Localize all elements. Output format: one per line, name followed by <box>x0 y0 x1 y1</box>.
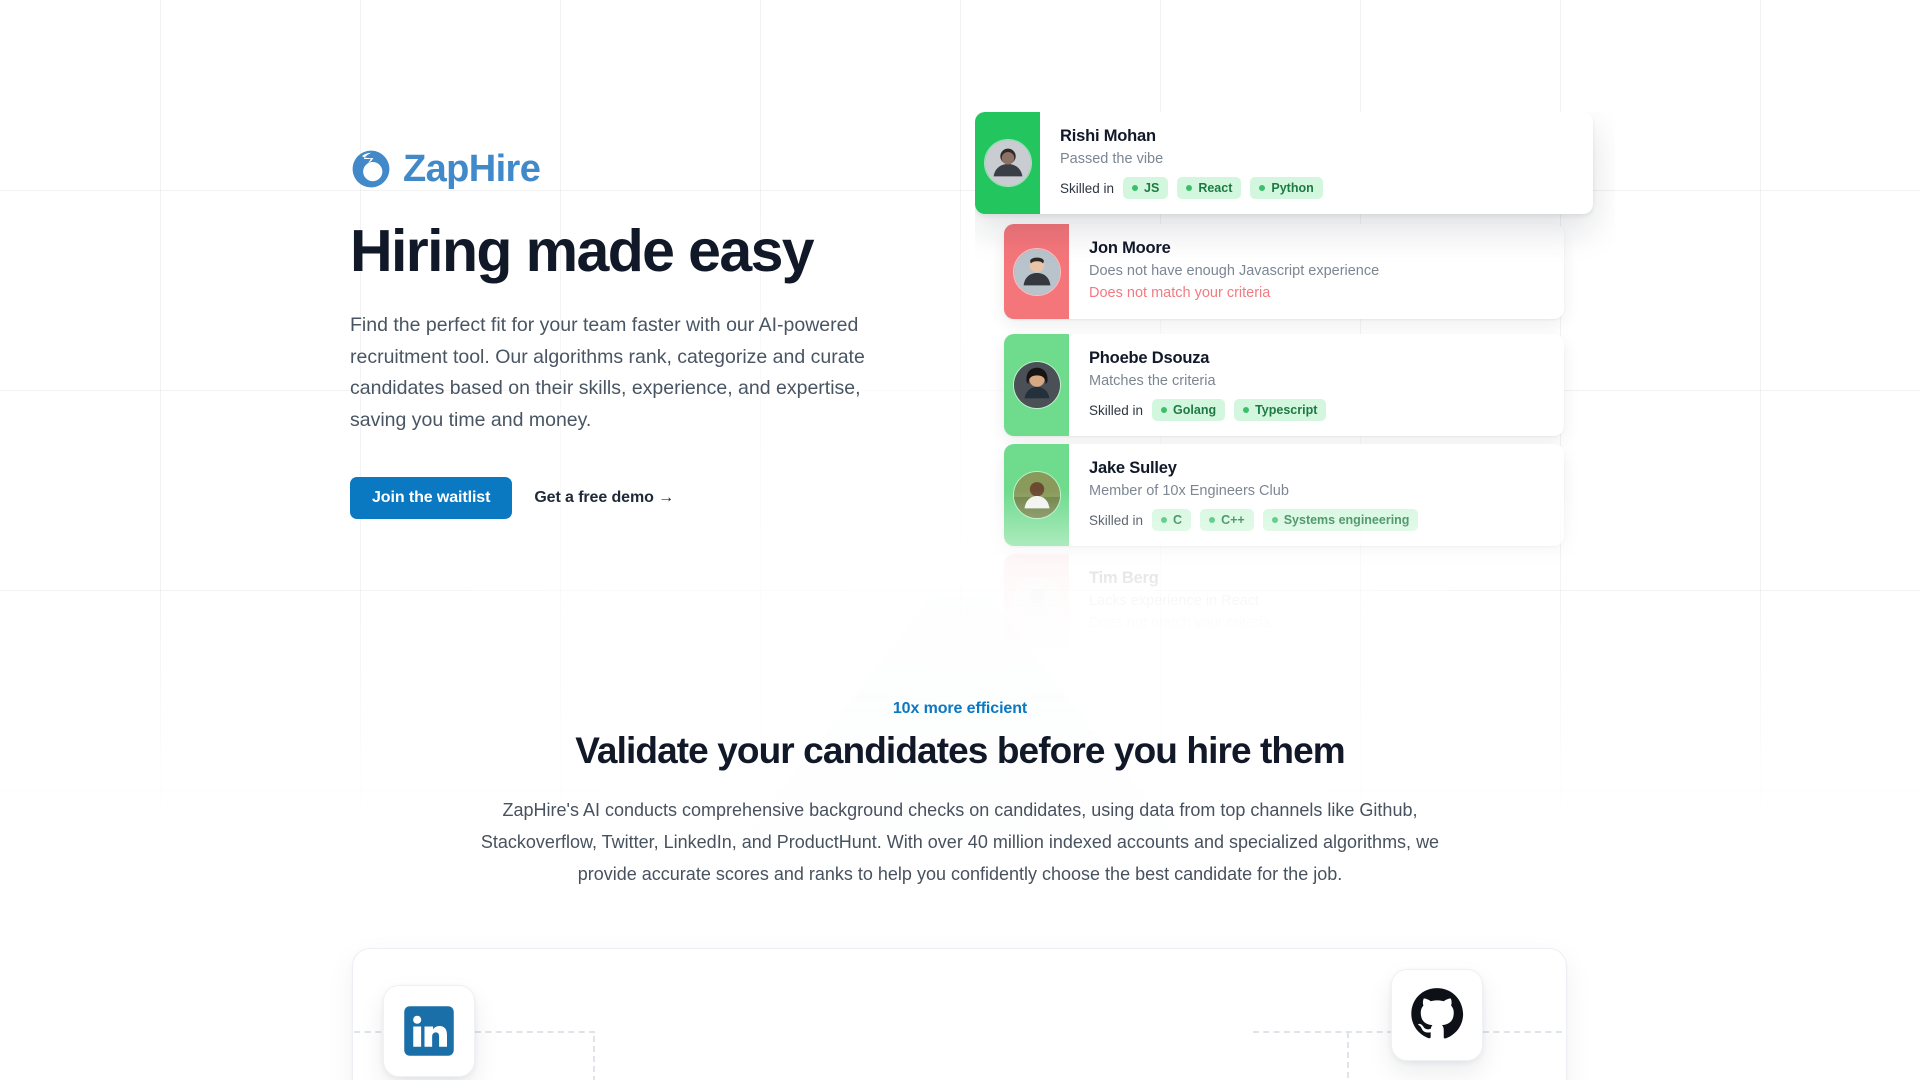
section-description: ZapHire's AI conducts comprehensive back… <box>480 800 1440 885</box>
skill-pill: Golang <box>1152 399 1226 422</box>
candidate-card[interactable]: Tim Berg Lacks experience in React Does … <box>1004 554 1564 650</box>
candidate-card[interactable]: Jon Moore Does not have enough Javascrip… <box>1004 224 1564 320</box>
candidate-info: Rishi Mohan Passed the vibe Skilled in J… <box>1040 112 1593 214</box>
hero-cta-row: Join the waitlist Get a free demo → <box>350 476 910 519</box>
skill-dot-icon <box>1186 185 1193 192</box>
features-section: 10x more efficient Validate your candida… <box>0 700 1920 890</box>
candidate-card[interactable]: Phoebe Dsouza Matches the criteria Skill… <box>1004 334 1564 437</box>
skill-dot-icon <box>1243 407 1250 414</box>
skill-pill: Python <box>1250 177 1323 200</box>
candidate-info: Jake Sulley Member of 10x Engineers Club… <box>1069 444 1564 546</box>
candidate-accent-bar <box>975 112 1040 215</box>
brand-name: ZapHire <box>403 148 541 190</box>
candidate-note: Member of 10x Engineers Club <box>1089 483 1289 500</box>
connector-curve <box>593 1031 683 1080</box>
skill-label: C++ <box>1221 513 1245 528</box>
skills-label: Skilled in <box>1089 512 1144 528</box>
avatar-jake-sulley <box>1012 471 1061 520</box>
hero-subtitle: Find the perfect fit for your team faste… <box>350 313 865 432</box>
skill-label: Golang <box>1173 403 1217 418</box>
skill-dot-icon <box>1161 407 1168 414</box>
candidate-info: Phoebe Dsouza Matches the criteria Skill… <box>1069 334 1564 436</box>
skill-dot-icon <box>1209 517 1216 524</box>
connector-line <box>475 1031 595 1033</box>
skill-pill: C++ <box>1200 509 1254 532</box>
skill-label: C <box>1173 513 1183 528</box>
avatar-jon-moore <box>1012 247 1061 296</box>
avatar-phoebe-dsouza <box>1012 361 1061 410</box>
candidate-card[interactable]: Rishi Mohan Passed the vibe Skilled in J… <box>975 112 1593 215</box>
candidate-note: Matches the criteria <box>1089 373 1216 390</box>
skill-pill: JS <box>1123 177 1169 200</box>
skill-pill: C <box>1152 509 1192 532</box>
zaphire-droplet-icon <box>350 148 392 190</box>
skill-label: JS <box>1144 181 1160 196</box>
candidate-skills: Skilled in Golang Typescript <box>1089 399 1546 422</box>
channel-tile-linkedin[interactable] <box>383 985 475 1077</box>
candidate-cards-stack: Rishi Mohan Passed the vibe Skilled in J… <box>975 112 1615 652</box>
candidate-reject-note: Does not match your criteria <box>1089 285 1271 302</box>
avatar-rishi-mohan <box>983 139 1032 188</box>
landing-page: ZapHire Hiring made easy Find the perfec… <box>0 0 1920 1080</box>
skill-pill: Typescript <box>1234 399 1327 422</box>
skill-dot-icon <box>1132 185 1139 192</box>
skill-dot-icon <box>1161 517 1168 524</box>
skills-label: Skilled in <box>1060 180 1115 196</box>
channel-tile-github[interactable] <box>1391 969 1483 1061</box>
candidate-accent-bar <box>1004 554 1069 650</box>
candidate-accent-bar <box>1004 334 1069 437</box>
hero-title: Hiring made easy <box>350 218 815 284</box>
candidate-accent-bar <box>1004 224 1069 320</box>
candidate-accent-bar <box>1004 444 1069 547</box>
brand-logo[interactable]: ZapHire <box>350 148 910 190</box>
candidate-name: Jon Moore <box>1089 239 1171 257</box>
candidate-name: Rishi Mohan <box>1060 127 1156 145</box>
candidate-skills: Skilled in C C++ Systems engineering <box>1089 509 1546 532</box>
free-demo-link[interactable]: Get a free demo → <box>534 489 674 507</box>
hero-content: ZapHire Hiring made easy Find the perfec… <box>350 148 910 519</box>
skill-pill: React <box>1177 177 1242 200</box>
candidate-info: Tim Berg Lacks experience in React Does … <box>1069 554 1564 649</box>
candidate-skills: Skilled in JS React Python <box>1060 177 1575 200</box>
skill-label: React <box>1198 181 1233 196</box>
skill-label: Python <box>1271 181 1314 196</box>
join-waitlist-button[interactable]: Join the waitlist <box>350 476 513 519</box>
linkedin-icon <box>402 1004 456 1058</box>
hero-section: ZapHire Hiring made easy Find the perfec… <box>0 0 1920 660</box>
candidate-card[interactable]: Jake Sulley Member of 10x Engineers Club… <box>1004 444 1564 547</box>
skill-pill: Systems engineering <box>1262 509 1419 532</box>
section-eyebrow: 10x more efficient <box>892 700 1028 717</box>
candidate-name: Phoebe Dsouza <box>1089 349 1210 367</box>
candidate-note: Passed the vibe <box>1060 151 1164 168</box>
connector-line <box>1483 1031 1566 1033</box>
skill-dot-icon <box>1271 517 1278 524</box>
candidate-info: Jon Moore Does not have enough Javascrip… <box>1069 224 1564 319</box>
skills-label: Skilled in <box>1089 402 1144 418</box>
section-title: Validate your candidates before you hire… <box>575 730 1346 771</box>
connector-curve <box>1259 1031 1349 1080</box>
skill-label: Systems engineering <box>1283 513 1410 528</box>
channels-card <box>352 948 1567 1080</box>
candidate-reject-note: Does not match your criteria <box>1089 615 1271 632</box>
skill-dot-icon <box>1259 185 1266 192</box>
candidate-note: Lacks experience in React <box>1089 593 1260 610</box>
avatar-tim-berg <box>1012 577 1061 626</box>
github-icon <box>1409 987 1465 1043</box>
skill-label: Typescript <box>1255 403 1318 418</box>
candidate-name: Tim Berg <box>1089 569 1159 587</box>
candidate-name: Jake Sulley <box>1089 459 1177 477</box>
candidate-note: Does not have enough Javascript experien… <box>1089 263 1380 280</box>
